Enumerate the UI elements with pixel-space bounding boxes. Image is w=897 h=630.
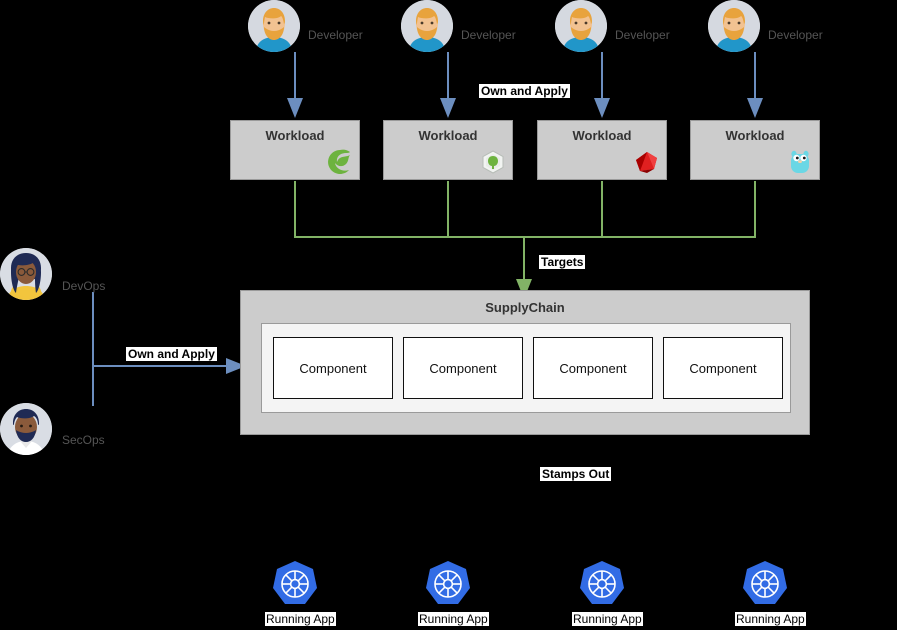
supplychain-component[interactable]: Component (663, 337, 783, 399)
workload-box[interactable]: Workload (383, 120, 513, 180)
developer-avatar (401, 0, 453, 52)
developer-label: Developer (461, 28, 516, 42)
edge-label-targets: Targets (539, 255, 586, 269)
devops-avatar-icon (0, 248, 52, 300)
developer-avatar-icon (708, 0, 760, 52)
kubernetes-logo-icon (426, 561, 470, 604)
supplychain-box[interactable]: SupplyChain Component Component Componen… (240, 290, 810, 435)
developer-avatar-icon (555, 0, 607, 52)
supplychain-inner-panel: Component Component Component Component (261, 323, 791, 413)
spring-logo-icon (328, 149, 350, 174)
running-app-label: Running App (265, 612, 336, 626)
workload-title: Workload (265, 128, 325, 143)
workload-box[interactable]: Workload (230, 120, 360, 180)
workload-box[interactable]: Workload (690, 120, 820, 180)
developer-label: Developer (768, 28, 823, 42)
developer-avatar (555, 0, 607, 52)
devops-label: DevOps (62, 279, 106, 293)
kubernetes-logo-icon (580, 561, 624, 604)
edge-label-own-and-apply-ops: Own and Apply (126, 347, 217, 361)
supplychain-component[interactable]: Component (273, 337, 393, 399)
supplychain-title: SupplyChain (485, 300, 565, 315)
running-app-label: Running App (418, 612, 489, 626)
running-app[interactable]: Running App (265, 558, 336, 628)
workload-title: Workload (418, 128, 478, 143)
running-app[interactable]: Running App (735, 558, 806, 628)
developer-avatar (248, 0, 300, 52)
edge-label-own-and-apply-developers: Own and Apply (479, 84, 570, 98)
developer-avatar-icon (248, 0, 300, 52)
running-app[interactable]: Running App (572, 558, 643, 628)
devops-avatar (0, 248, 52, 300)
secops-label: SecOps (62, 433, 105, 447)
developer-label: Developer (308, 28, 363, 42)
kubernetes-logo-icon (273, 561, 317, 604)
secops-avatar-icon (0, 403, 52, 455)
nodejs-logo-icon (482, 150, 504, 174)
developer-avatar-icon (401, 0, 453, 52)
diagram-canvas: Developer Developer Developer Developer … (0, 0, 897, 630)
kubernetes-logo-icon (743, 561, 787, 604)
running-app-label: Running App (735, 612, 806, 626)
workload-box[interactable]: Workload (537, 120, 667, 180)
developer-label: Developer (615, 28, 670, 42)
golang-gopher-logo-icon (791, 150, 809, 173)
developer-avatar (708, 0, 760, 52)
edge-label-stamps-out: Stamps Out (540, 467, 612, 481)
workload-title: Workload (572, 128, 632, 143)
secops-avatar (0, 403, 52, 455)
running-app-label: Running App (572, 612, 643, 626)
workload-title: Workload (725, 128, 785, 143)
supplychain-component[interactable]: Component (403, 337, 523, 399)
running-app[interactable]: Running App (418, 558, 489, 628)
workload-to-supplychain-arrows (294, 181, 756, 299)
supplychain-component[interactable]: Component (533, 337, 653, 399)
ruby-logo-icon (636, 152, 657, 173)
